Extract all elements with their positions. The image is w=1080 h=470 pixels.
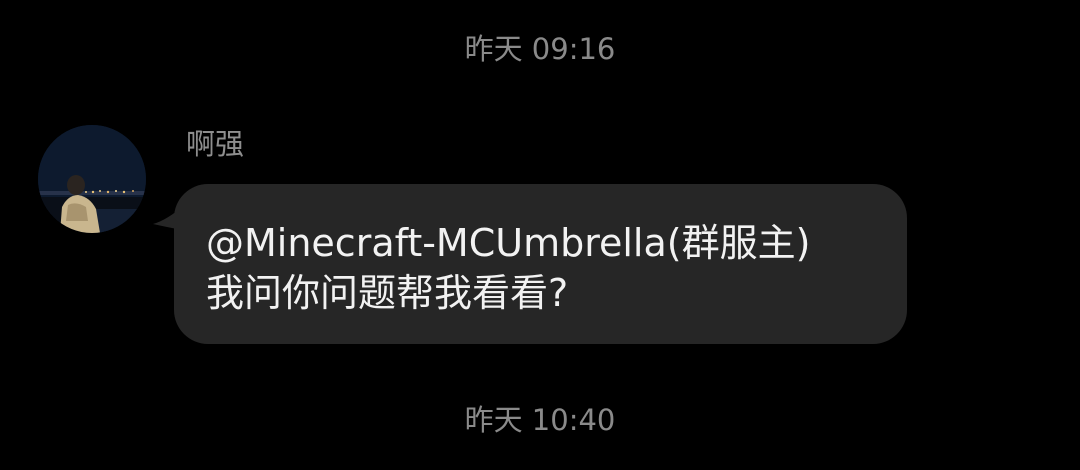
timestamp-divider: 昨天 09:16 <box>464 32 616 66</box>
message-row: 啊强 @Minecraft-MCUmbrella(群服主) 我问你问题帮我看看? <box>0 120 1080 360</box>
message-text: @Minecraft-MCUmbrella(群服主) 我问你问题帮我看看? <box>206 221 811 315</box>
message-bubble[interactable]: @Minecraft-MCUmbrella(群服主) 我问你问题帮我看看? <box>174 184 907 344</box>
avatar-image <box>38 125 146 233</box>
avatar[interactable] <box>38 125 146 233</box>
chat-view: 昨天 09:16 啊强 @Minecraft-MCUmbrella(群服主) 我… <box>0 0 1080 470</box>
sender-name: 啊强 <box>186 127 245 161</box>
timestamp-divider: 昨天 10:40 <box>464 403 616 437</box>
